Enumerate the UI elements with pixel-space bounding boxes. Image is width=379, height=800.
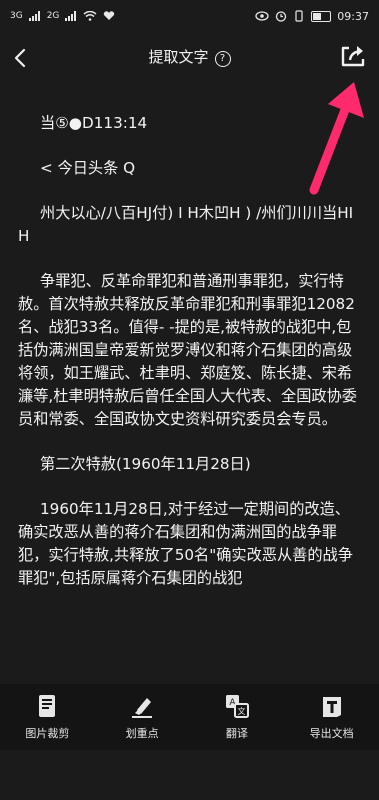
highlighter-icon xyxy=(132,698,153,718)
text-paragraph: 第二次特赦(1960年11月28日) xyxy=(40,455,251,473)
translate-button[interactable]: A 文 翻译 xyxy=(197,693,277,741)
translate-icon: A 文 xyxy=(225,695,249,718)
image-crop-button[interactable]: 图片裁剪 xyxy=(7,693,87,741)
header-bar: 提取文字? xyxy=(0,38,379,78)
alarm-icon xyxy=(276,11,287,22)
status-time: 09:37 xyxy=(337,9,369,23)
export-document-button[interactable]: 导出文档 xyxy=(292,693,372,741)
signal-bars-icon-2 xyxy=(65,11,77,21)
text-paragraph: 1960年11月28日,对于经过一定期间的改造、确实改恶从善的蒋介石集团和伪满洲… xyxy=(18,500,353,587)
signal-indicator-2: 2G xyxy=(46,11,60,21)
help-icon[interactable]: ? xyxy=(214,51,231,67)
bottom-toolbar: 图片裁剪 划重点 A 文 翻译 导出文档 xyxy=(0,684,379,750)
status-bar-left: 3G 2G xyxy=(10,11,115,21)
svg-text:文: 文 xyxy=(237,706,245,716)
status-bar: 3G 2G 09:37 xyxy=(0,0,379,32)
vibrate-icon xyxy=(295,10,303,22)
bottom-blank-area xyxy=(0,750,379,800)
translate-label: 翻译 xyxy=(225,727,248,740)
signal-bars-icon xyxy=(28,11,40,21)
image-crop-icon xyxy=(39,695,56,717)
status-bar-right: 09:37 xyxy=(255,10,369,23)
wifi-icon xyxy=(83,11,97,21)
share-export-icon xyxy=(341,46,365,67)
signal-indicator-1: 3G xyxy=(10,11,23,21)
export-document-icon xyxy=(322,697,341,717)
battery-icon xyxy=(311,10,332,22)
page-title: 提取文字? xyxy=(0,46,379,67)
text-paragraph: 争罪犯、反革命罪犯和普通刑事罪犯，实行特赦。首次特赦共释放反革命罪犯和刑事罪犯1… xyxy=(18,272,357,428)
image-crop-label: 图片裁剪 xyxy=(25,727,70,740)
highlight-button[interactable]: 划重点 xyxy=(102,693,182,741)
page-title-text: 提取文字 xyxy=(148,48,209,66)
export-document-label: 导出文档 xyxy=(309,727,354,740)
extracted-text-area[interactable]: 当⑤●D113:14 < 今日头条 Q 州大以心/八百HJ付) I H木凹H )… xyxy=(18,112,364,612)
heart-icon xyxy=(104,11,115,20)
share-button[interactable] xyxy=(339,42,367,70)
eye-icon xyxy=(255,11,269,21)
text-paragraph: < 今日头条 Q xyxy=(40,159,136,177)
highlight-label: 划重点 xyxy=(125,727,159,740)
text-paragraph: 当⑤●D113:14 xyxy=(40,114,148,132)
text-paragraph: 州大以心/八百HJ付) I H木凹H ) /州们川川当HI H xyxy=(18,204,358,245)
